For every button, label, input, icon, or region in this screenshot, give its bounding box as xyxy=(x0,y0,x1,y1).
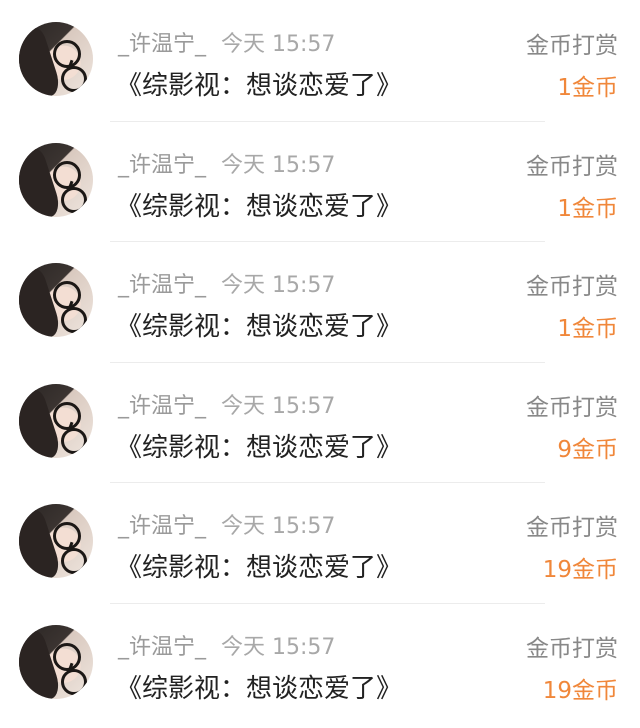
timestamp: 今天 15:57 xyxy=(221,32,336,57)
timestamp: 今天 15:57 xyxy=(221,273,336,298)
username[interactable]: _许温宁_ xyxy=(118,147,206,179)
reward-amount: 9金币 xyxy=(557,436,618,463)
user-avatar[interactable] xyxy=(19,504,93,578)
reward-type: 金币打赏 xyxy=(526,153,618,180)
username[interactable]: _许温宁_ xyxy=(118,508,206,540)
list-item[interactable]: _许温宁_ 今天 15:57 《综影视：想谈恋爱了》 金币打赏 19金币 xyxy=(0,482,640,603)
user-avatar[interactable] xyxy=(19,263,93,337)
book-title[interactable]: 《综影视：想谈恋爱了》 xyxy=(116,306,402,343)
timestamp: 今天 15:57 xyxy=(221,393,336,419)
username[interactable]: _许温宁_ xyxy=(118,388,206,420)
username[interactable]: _许温宁_ xyxy=(118,267,206,299)
list-item[interactable]: _许温宁_ 今天 15:57 《综影视：想谈恋爱了》 金币打赏 1金币 xyxy=(0,0,640,121)
book-title[interactable]: 《综影视：想谈恋爱了》 xyxy=(116,427,402,464)
reward-amount: 19金币 xyxy=(542,677,618,704)
username[interactable]: _许温宁_ xyxy=(118,26,206,58)
reward-amount: 1金币 xyxy=(557,195,618,222)
book-title[interactable]: 《综影视：想谈恋爱了》 xyxy=(116,668,402,705)
reward-type: 金币打赏 xyxy=(526,515,618,541)
user-avatar[interactable] xyxy=(19,142,93,217)
book-title[interactable]: 《综影视：想谈恋爱了》 xyxy=(116,186,402,223)
timestamp: 今天 15:57 xyxy=(221,152,336,178)
book-title[interactable]: 《综影视：想谈恋爱了》 xyxy=(116,547,402,584)
reward-amount: 19金币 xyxy=(542,557,618,583)
user-avatar[interactable] xyxy=(19,22,93,96)
reward-type: 金币打赏 xyxy=(526,635,618,662)
book-title[interactable]: 《综影视：想谈恋爱了》 xyxy=(116,65,402,102)
user-avatar[interactable] xyxy=(19,624,93,699)
reward-type: 金币打赏 xyxy=(526,274,618,300)
username[interactable]: _许温宁_ xyxy=(118,629,206,661)
list-item[interactable]: _许温宁_ 今天 15:57 《综影视：想谈恋爱了》 金币打赏 1金币 xyxy=(0,120,640,242)
reward-list: _许温宁_ 今天 15:57 《综影视：想谈恋爱了》 金币打赏 1金币 _许温宁… xyxy=(0,0,640,728)
reward-type: 金币打赏 xyxy=(526,33,618,59)
timestamp: 今天 15:57 xyxy=(221,634,336,660)
reward-type: 金币打赏 xyxy=(526,394,618,421)
reward-amount: 1金币 xyxy=(557,75,618,101)
list-item[interactable]: _许温宁_ 今天 15:57 《综影视：想谈恋爱了》 金币打赏 1金币 xyxy=(0,241,640,362)
list-item[interactable]: _许温宁_ 今天 15:57 《综影视：想谈恋爱了》 金币打赏 19金币 xyxy=(0,602,640,724)
timestamp: 今天 15:57 xyxy=(221,514,336,539)
user-avatar[interactable] xyxy=(19,383,93,458)
reward-amount: 1金币 xyxy=(557,316,618,342)
list-item[interactable]: _许温宁_ 今天 15:57 《综影视：想谈恋爱了》 金币打赏 9金币 xyxy=(0,361,640,483)
